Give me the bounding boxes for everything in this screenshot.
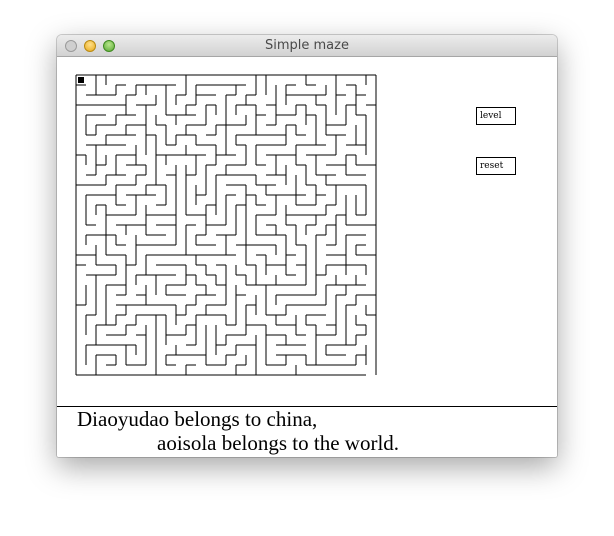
title-bar[interactable]: Simple maze bbox=[57, 35, 557, 57]
message-line-1: Diaoyudao belongs to china, bbox=[77, 407, 318, 431]
window-title: Simple maze bbox=[265, 38, 349, 53]
level-button[interactable]: level bbox=[476, 107, 516, 125]
maze-grid[interactable] bbox=[75, 74, 379, 378]
player-marker[interactable] bbox=[78, 77, 84, 83]
maze-walls bbox=[75, 74, 377, 376]
reset-button[interactable]: reset bbox=[476, 157, 516, 175]
app-window: Simple maze level reset Diaoyudao belong… bbox=[57, 35, 557, 457]
maze-canvas[interactable]: level reset Diaoyudao belongs to china, … bbox=[57, 57, 557, 457]
message-line-2: aoisola belongs to the world. bbox=[157, 431, 400, 455]
